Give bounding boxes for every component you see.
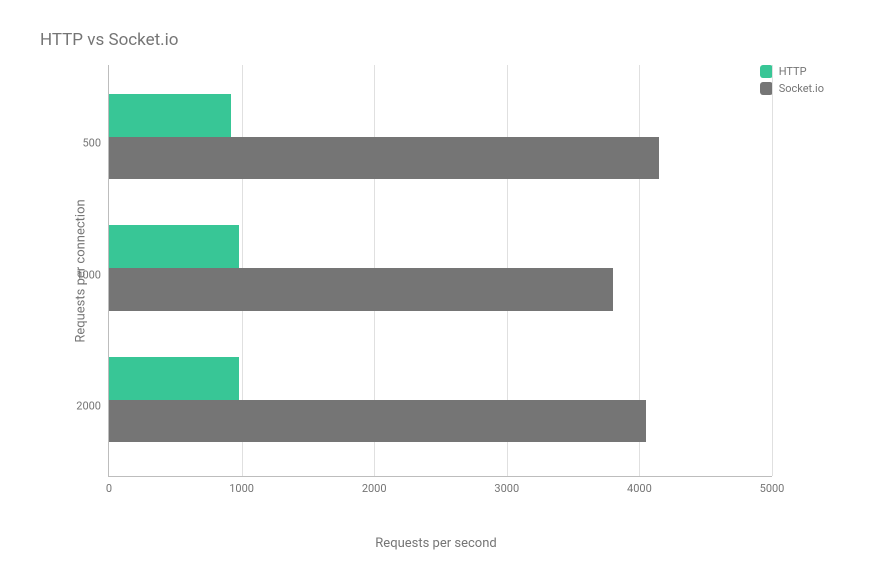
- bar-socketio: [109, 400, 646, 443]
- bar-group: 1000: [109, 221, 772, 328]
- chart-container: HTTP vs Socket.io HTTP Socket.io Request…: [0, 0, 872, 577]
- bar-group: 2000: [109, 353, 772, 460]
- bar-http: [109, 357, 239, 400]
- y-tick: 2000: [76, 400, 109, 413]
- bar-http: [109, 94, 231, 137]
- bar-socketio: [109, 268, 613, 311]
- x-tick: 5000: [760, 476, 785, 495]
- legend-label-http: HTTP: [779, 65, 807, 78]
- y-tick: 1000: [76, 268, 109, 281]
- x-tick: 4000: [627, 476, 652, 495]
- gridline: [772, 65, 773, 476]
- y-tick: 500: [82, 137, 109, 150]
- x-axis-label: Requests per second: [375, 536, 496, 551]
- bar-socketio: [109, 137, 659, 180]
- x-tick: 0: [106, 476, 112, 495]
- bar-http: [109, 225, 239, 268]
- legend-label-socketio: Socket.io: [779, 82, 824, 95]
- plot-wrapper: Requests per connection 0100020003000400…: [46, 65, 772, 477]
- bar-group: 500: [109, 90, 772, 197]
- x-tick: 1000: [229, 476, 254, 495]
- x-tick: 3000: [494, 476, 519, 495]
- x-tick: 2000: [362, 476, 387, 495]
- chart-title: HTTP vs Socket.io: [40, 30, 832, 50]
- plot-area: 01000200030004000500050010002000: [108, 65, 772, 477]
